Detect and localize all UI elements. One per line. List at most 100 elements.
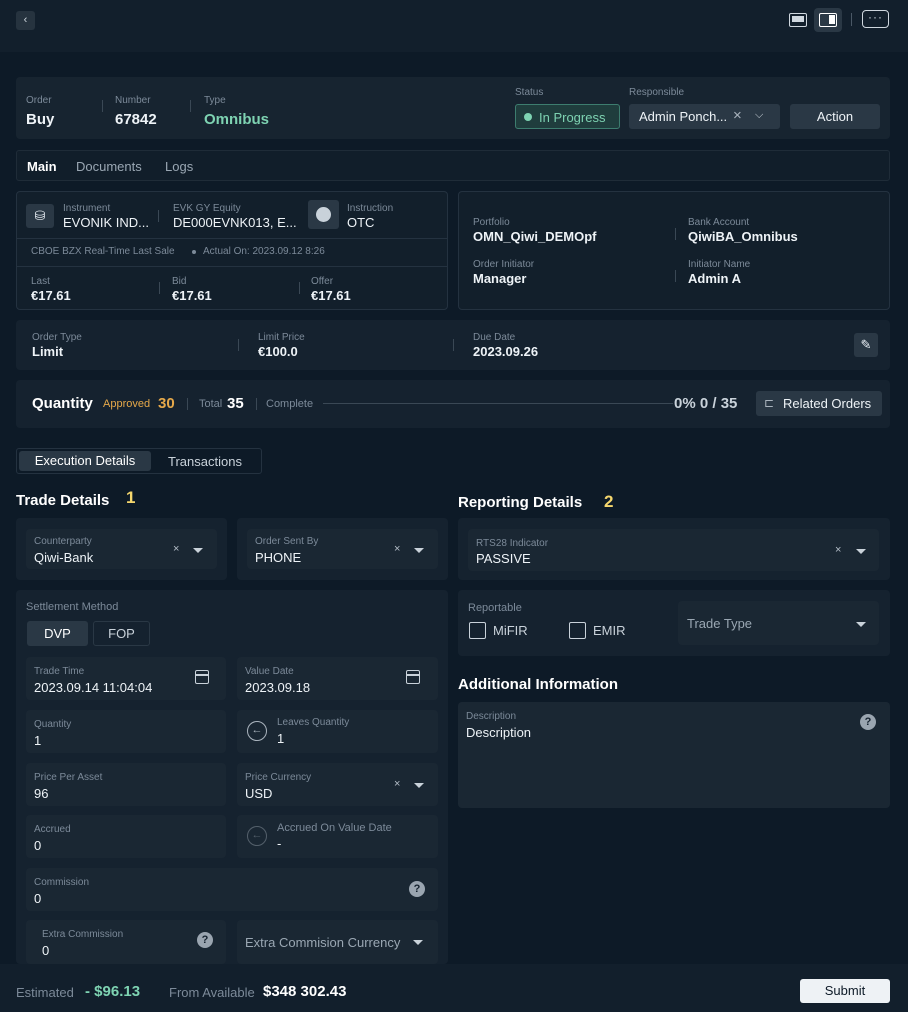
equity-value: DE000EVNK013, E... bbox=[173, 215, 297, 230]
calendar-icon[interactable] bbox=[195, 670, 209, 684]
emir-checkbox[interactable] bbox=[569, 622, 586, 639]
submit-button[interactable]: Submit bbox=[800, 979, 890, 1003]
divider bbox=[17, 266, 447, 267]
order-sent-select[interactable]: Order Sent By PHONE × bbox=[247, 529, 438, 569]
footer-bar: Estimated - $96.13 From Available $348 3… bbox=[0, 964, 908, 1012]
estimated-value: - $96.13 bbox=[85, 983, 141, 1000]
limit-price-label: Limit Price bbox=[258, 332, 305, 343]
reporting-details-marker: 2 bbox=[604, 492, 614, 511]
edit-button[interactable]: ✎ bbox=[854, 333, 878, 357]
help-icon[interactable]: ? bbox=[409, 881, 425, 897]
rts28-select[interactable]: RTS28 Indicator PASSIVE × bbox=[468, 529, 879, 571]
rts28-container: RTS28 Indicator PASSIVE × bbox=[458, 518, 890, 580]
status-badge: In Progress bbox=[515, 104, 620, 129]
commission-value: 0 bbox=[34, 891, 42, 906]
arrow-left-circle-icon[interactable]: ← bbox=[247, 721, 267, 741]
accrued-value-date-field: ← Accrued On Value Date - bbox=[237, 815, 438, 858]
split-panel-button[interactable] bbox=[814, 8, 842, 32]
counterparty-select[interactable]: Counterparty Qiwi-Bank × bbox=[26, 529, 217, 569]
trade-time-field[interactable]: Trade Time 2023.09.14 11:04:04 bbox=[26, 657, 226, 700]
due-date-label: Due Date bbox=[473, 332, 516, 343]
description-field[interactable]: Description Description ? bbox=[458, 702, 890, 808]
mifir-checkbox[interactable] bbox=[469, 622, 486, 639]
chevron-left-icon: ‹ bbox=[23, 14, 28, 26]
price-per-asset-field[interactable]: Price Per Asset 96 bbox=[26, 763, 226, 806]
portfolio-value: OMN_Qiwi_DEMOpf bbox=[473, 229, 597, 244]
divider bbox=[299, 282, 300, 294]
clear-icon[interactable]: × bbox=[733, 107, 742, 124]
order-type-value: Limit bbox=[32, 344, 64, 359]
commission-field[interactable]: Commission 0 ? bbox=[26, 868, 438, 911]
instruction-icon bbox=[308, 200, 339, 229]
reportable-label: Reportable bbox=[468, 602, 522, 614]
hierarchy-icon: ⊏ bbox=[764, 396, 775, 410]
responsible-value: Admin Ponch... bbox=[639, 109, 728, 124]
extra-currency-select[interactable]: Extra Commision Currency bbox=[237, 920, 438, 964]
bank-account-value: QiwiBA_Omnibus bbox=[688, 229, 798, 244]
price-currency-select[interactable]: Price Currency USD × bbox=[237, 763, 438, 806]
initiator-name-value: Admin A bbox=[688, 271, 741, 286]
extra-commission-field[interactable]: Extra Commission 0 ? bbox=[26, 920, 226, 964]
order-label: Order bbox=[26, 95, 52, 106]
tab-logs[interactable]: Logs bbox=[165, 159, 193, 174]
help-icon[interactable]: ? bbox=[197, 932, 213, 948]
calendar-icon[interactable] bbox=[406, 670, 420, 684]
rts28-label: RTS28 Indicator bbox=[476, 538, 549, 549]
tab-execution-details[interactable]: Execution Details bbox=[19, 451, 151, 471]
trade-type-select[interactable]: Trade Type bbox=[678, 601, 879, 645]
responsible-select[interactable]: Admin Ponch... × ⌵ bbox=[629, 104, 780, 129]
bid-label: Bid bbox=[172, 276, 187, 287]
trade-time-value: 2023.09.14 11:04:04 bbox=[34, 680, 153, 695]
extra-commission-label: Extra Commission bbox=[42, 929, 124, 940]
approved-value: 30 bbox=[158, 395, 175, 412]
chevron-down-icon[interactable] bbox=[856, 622, 866, 627]
pencil-icon: ✎ bbox=[860, 337, 872, 352]
instrument-panel: ⛁ Instrument EVONIK IND... EVK GY Equity… bbox=[16, 191, 448, 310]
divider bbox=[851, 13, 852, 26]
tab-documents[interactable]: Documents bbox=[76, 159, 142, 174]
dvp-button[interactable]: DVP bbox=[27, 621, 88, 646]
order-value: Buy bbox=[26, 111, 55, 128]
number-value: 67842 bbox=[115, 111, 157, 128]
extra-commission-value: 0 bbox=[42, 943, 50, 958]
action-button[interactable]: Action bbox=[790, 104, 880, 129]
trade-type-placeholder: Trade Type bbox=[687, 616, 753, 631]
mifir-label: MiFIR bbox=[493, 623, 528, 638]
chevron-down-icon[interactable] bbox=[856, 549, 866, 554]
accrued-field[interactable]: Accrued 0 bbox=[26, 815, 226, 858]
fop-button[interactable]: FOP bbox=[93, 621, 150, 646]
bank-account-label: Bank Account bbox=[688, 217, 750, 228]
more-button[interactable]: ··· bbox=[862, 10, 889, 28]
instruction-label: Instruction bbox=[347, 203, 394, 214]
quantity-field[interactable]: Quantity 1 bbox=[26, 710, 226, 753]
ellipsis-icon: ··· bbox=[868, 10, 883, 24]
single-panel-button[interactable] bbox=[789, 13, 807, 27]
clear-icon[interactable]: × bbox=[173, 543, 179, 555]
responsible-label: Responsible bbox=[629, 87, 685, 98]
last-value: €17.61 bbox=[31, 288, 71, 303]
order-type-label: Order Type bbox=[32, 332, 82, 343]
clear-icon[interactable]: × bbox=[394, 543, 400, 555]
chevron-down-icon[interactable] bbox=[193, 548, 203, 553]
related-orders-button[interactable]: ⊏ Related Orders bbox=[756, 391, 882, 416]
status-text: In Progress bbox=[539, 110, 606, 125]
back-button[interactable]: ‹ bbox=[16, 11, 35, 30]
divider bbox=[187, 398, 188, 410]
chevron-down-icon[interactable] bbox=[414, 548, 424, 553]
chevron-down-icon[interactable] bbox=[413, 940, 423, 945]
estimated-label: Estimated bbox=[16, 985, 74, 1000]
from-available-label: From Available bbox=[169, 985, 255, 1000]
clear-icon[interactable]: × bbox=[394, 778, 400, 790]
help-icon[interactable]: ? bbox=[860, 714, 876, 730]
value-date-field[interactable]: Value Date 2023.09.18 bbox=[237, 657, 438, 700]
due-date-value: 2023.09.26 bbox=[473, 344, 539, 359]
related-orders-label: Related Orders bbox=[783, 396, 872, 411]
tab-main[interactable]: Main bbox=[27, 159, 57, 174]
clear-icon[interactable]: × bbox=[835, 544, 841, 556]
chevron-down-icon[interactable] bbox=[414, 783, 424, 788]
tab-transactions[interactable]: Transactions bbox=[168, 454, 242, 469]
chevron-down-icon[interactable]: ⌵ bbox=[755, 109, 763, 122]
order-sent-value: PHONE bbox=[255, 550, 302, 565]
bid-value: €17.61 bbox=[172, 288, 212, 303]
divider bbox=[17, 238, 447, 239]
